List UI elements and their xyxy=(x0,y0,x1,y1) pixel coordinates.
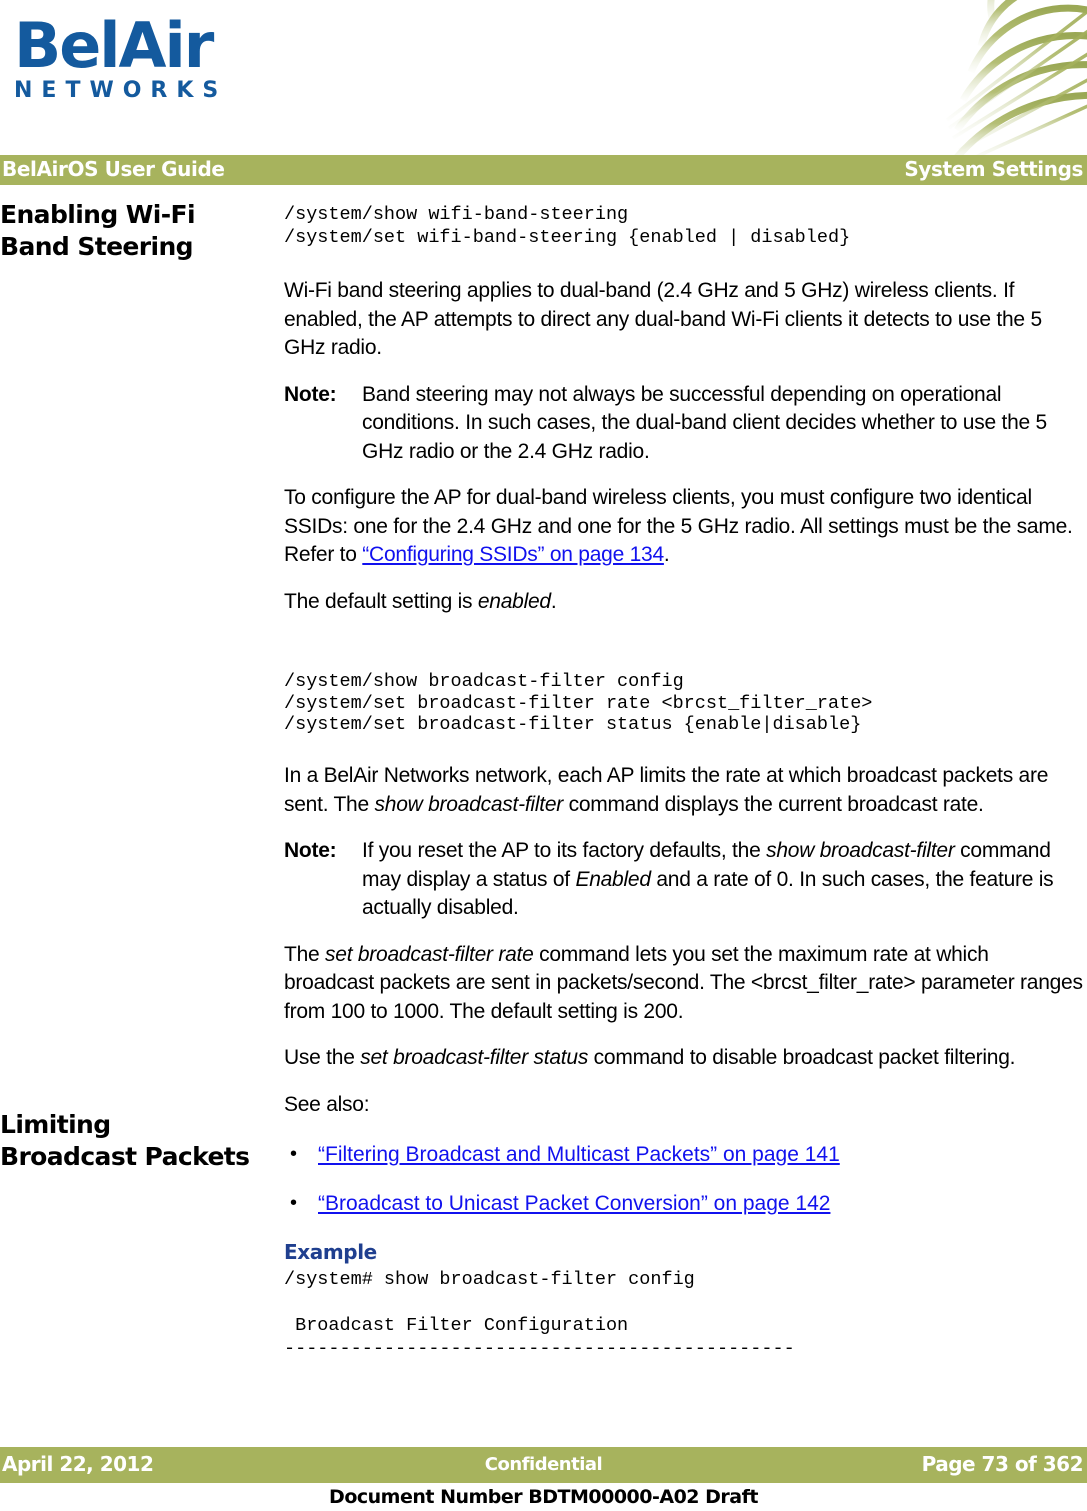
section-body: /system/show broadcast-filter config /sy… xyxy=(284,645,1084,1360)
note-text: If you reset the AP to its factory defau… xyxy=(362,837,1084,923)
belair-networks-logo: BelAir NETWORKS xyxy=(14,9,234,104)
set-rate-before: The xyxy=(284,942,326,966)
example-cli-output: /system# show broadcast-filter config Br… xyxy=(284,1269,795,1359)
see-also-list: • “Filtering Broadcast and Multicast Pac… xyxy=(284,1141,1084,1218)
cli-command-block: /system/show wifi-band-steering /system/… xyxy=(284,204,851,248)
xref-configuring-ssids[interactable]: “Configuring SSIDs” on page 134 xyxy=(362,543,664,566)
note-block: Note: Band steering may not always be su… xyxy=(284,381,1084,467)
section-body: /system/show wifi-band-steering /system/… xyxy=(284,185,1084,616)
note-label: Note: xyxy=(284,382,337,406)
section-limiting-broadcast-packets: Limiting Broadcast Packets /system/show … xyxy=(0,645,1087,1360)
page-header: BelAir NETWORKS xyxy=(0,0,1087,155)
cli-command-line-show: /system/show broadcast-filter config xyxy=(284,671,684,692)
page-footer-band: April 22, 2012 Confidential Page 73 of 3… xyxy=(0,1447,1087,1483)
set-status-after: command to disable broadcast packet filt… xyxy=(588,1046,1016,1069)
paragraph-default-setting: The default setting is enabled. xyxy=(284,588,1084,617)
cli-command-block-set: /system/set broadcast-filter rate <brcst… xyxy=(284,693,873,735)
note-label: Note: xyxy=(284,839,337,862)
note-text-a: If you reset the AP to its factory defau… xyxy=(362,839,767,862)
document-title: BelAirOS User Guide xyxy=(2,157,225,181)
note-text: Band steering may not always be successf… xyxy=(362,382,1047,463)
paragraph-configure-ssids: To configure the AP for dual-band wirele… xyxy=(284,484,1084,570)
set-status-before: Use the xyxy=(284,1046,361,1069)
list-item: • “Broadcast to Unicast Packet Conversio… xyxy=(284,1190,1084,1219)
section-heading-line2: Broadcast Packets xyxy=(0,1142,250,1171)
section-enabling-wifi-band-steering: Enabling Wi-Fi Band Steering /system/sho… xyxy=(0,185,1087,625)
section-heading-line2: Band Steering xyxy=(0,232,194,261)
bullet-glyph: • xyxy=(290,1143,298,1165)
section-heading: Enabling Wi-Fi Band Steering xyxy=(0,199,270,263)
paragraph-broadcast-intro: In a BelAir Networks network, each AP li… xyxy=(284,762,1084,819)
paragraph-set-rate: The set broadcast-filter rate command le… xyxy=(284,941,1084,1027)
logo-wordmark: BelAir xyxy=(14,9,214,82)
page-header-band: BelAirOS User Guide System Settings xyxy=(0,155,1087,185)
xref-filtering-broadcast-multicast[interactable]: “Filtering Broadcast and Multicast Packe… xyxy=(318,1143,840,1166)
xref-broadcast-to-unicast-conversion[interactable]: “Broadcast to Unicast Packet Conversion”… xyxy=(318,1192,830,1215)
paragraph-band-steering-intro: Wi-Fi band steering applies to dual-band… xyxy=(284,279,1042,359)
note-block: Note: If you reset the AP to its factory… xyxy=(284,837,1084,923)
footer-document-number: Document Number BDTM00000-A02 Draft xyxy=(329,1486,758,1508)
list-item: • “Filtering Broadcast and Multicast Pac… xyxy=(284,1141,1084,1170)
default-setting-value: enabled xyxy=(477,589,551,613)
section-heading-line1: Limiting xyxy=(0,1110,111,1139)
example-heading: Example xyxy=(284,1240,377,1264)
section-heading-line1: Enabling Wi-Fi xyxy=(0,200,196,229)
set-rate-command: set broadcast-filter rate xyxy=(325,942,534,966)
paragraph-text-after-link: . xyxy=(663,543,670,566)
logo-subtitle: NETWORKS xyxy=(14,78,228,103)
broadcast-intro-after: command displays the current broadcast r… xyxy=(563,792,984,816)
page-content: Enabling Wi-Fi Band Steering /system/sho… xyxy=(0,185,1087,1360)
radial-web-graphic xyxy=(927,0,1087,155)
see-also-label: See also: xyxy=(284,1092,370,1116)
section-heading: Limiting Broadcast Packets xyxy=(0,1109,270,1173)
bullet-glyph: • xyxy=(290,1191,298,1214)
paragraph-set-status: Use the set broadcast-filter status comm… xyxy=(284,1044,1084,1073)
note-italic-b: Enabled xyxy=(575,867,651,891)
note-italic-a: show broadcast-filter xyxy=(766,839,955,862)
footer-page-number: Page 73 of 362 xyxy=(921,1452,1084,1476)
chapter-title: System Settings xyxy=(904,157,1083,181)
default-setting-suffix: . xyxy=(550,589,557,613)
broadcast-intro-command: show broadcast-filter xyxy=(374,792,564,816)
default-setting-prefix: The default setting is xyxy=(284,589,478,613)
set-status-command: set broadcast-filter status xyxy=(360,1046,589,1069)
